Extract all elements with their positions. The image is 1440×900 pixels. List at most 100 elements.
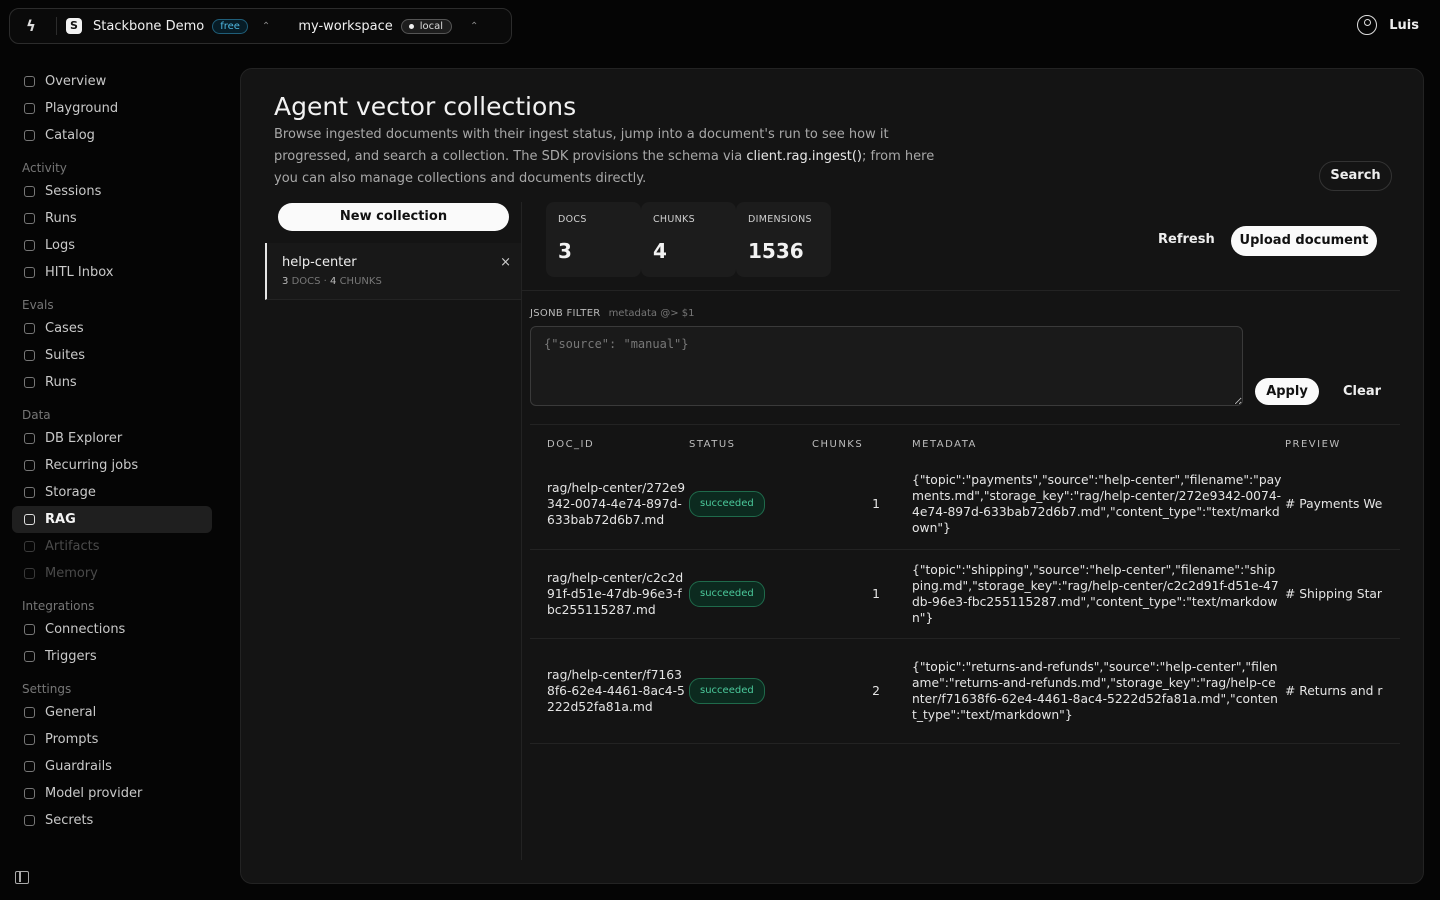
sidebar-item-playground[interactable]: Playground — [12, 95, 212, 122]
sidebar-section-activity: Activity — [22, 161, 67, 175]
column-header-preview[interactable]: PREVIEW — [1282, 425, 1400, 460]
sidebar-item-settings-model-provider[interactable]: Model provider — [12, 780, 212, 807]
sidebar-item-label: Cases — [45, 321, 84, 336]
rag-icon — [24, 514, 35, 525]
org-switch-chevron-icon[interactable]: ⌃ — [262, 21, 270, 32]
sidebar-item-label: Runs — [45, 375, 77, 390]
sidebar-item-label: Model provider — [45, 786, 143, 801]
prompt-icon — [24, 734, 35, 745]
preview-cell: # Shipping Star — [1282, 549, 1400, 639]
globe-icon — [24, 707, 35, 718]
link-icon — [24, 624, 35, 635]
doc-id[interactable]: rag/help-center/272e9342-0074-4e74-897d-… — [547, 481, 685, 527]
sidebar-item-data-db-explorer[interactable]: DB Explorer — [12, 425, 212, 452]
sidebar-item-settings-general[interactable]: General — [12, 699, 212, 726]
sidebar-toggle-icon[interactable] — [15, 871, 29, 884]
column-header-doc-id[interactable]: DOC_ID — [530, 425, 689, 460]
clear-filter-button[interactable]: Clear — [1343, 384, 1381, 399]
collections-panel: New collection help-center 3 DOCS · 4 CH… — [265, 202, 521, 860]
sidebar-item-settings-guardrails[interactable]: Guardrails — [12, 753, 212, 780]
status-cell: succeeded — [689, 549, 796, 639]
sidebar-item-evals-runs[interactable]: Runs — [12, 369, 212, 396]
collection-detail: DOCS 3 CHUNKS 4 DIMENSIONS 1536 Refresh … — [521, 202, 1400, 860]
sidebar-item-activity-runs[interactable]: Runs — [12, 205, 212, 232]
chart-icon — [24, 377, 35, 388]
sidebar-item-catalog[interactable]: Catalog — [12, 122, 212, 149]
sidebar-item-evals-suites[interactable]: Suites — [12, 342, 212, 369]
sidebar-item-label: Playground — [45, 101, 119, 116]
doc-id[interactable]: rag/help-center/f71638f6-62e4-4461-8ac4-… — [547, 668, 685, 714]
jsonb-filter-label: JSONB FILTER metadata @> $1 — [530, 308, 695, 319]
info-icon — [24, 76, 35, 87]
status-cell: succeeded — [689, 460, 796, 550]
sidebar-item-data-storage[interactable]: Storage — [12, 479, 212, 506]
sidebar-item-data-rag[interactable]: RAG — [12, 506, 212, 533]
metadata-json: {"topic":"returns-and-refunds","source":… — [912, 659, 1278, 722]
search-button[interactable]: Search — [1319, 161, 1392, 191]
doc-id[interactable]: rag/help-center/c2c2d91f-d51e-47db-96e3-… — [547, 571, 683, 617]
new-collection-button[interactable]: New collection — [278, 203, 509, 231]
upload-document-button[interactable]: Upload document — [1231, 226, 1377, 256]
user-name: Luis — [1389, 17, 1419, 33]
delete-collection-icon[interactable]: × — [500, 255, 511, 270]
page-title: Agent vector collections — [274, 92, 577, 121]
inbox-icon — [24, 267, 35, 278]
user-menu[interactable]: Luis — [1357, 15, 1419, 35]
database-icon — [24, 433, 35, 444]
sidebar-item-label: Logs — [45, 238, 75, 253]
sidebar-item-evals-cases[interactable]: Cases — [12, 315, 212, 342]
table-row[interactable]: rag/help-center/c2c2d91f-d51e-47db-96e3-… — [530, 549, 1400, 639]
collection-item-help-center[interactable]: help-center 3 DOCS · 4 CHUNKS × — [265, 243, 521, 300]
apply-filter-button[interactable]: Apply — [1255, 378, 1319, 405]
list-icon — [24, 186, 35, 197]
stats-row: DOCS 3 CHUNKS 4 DIMENSIONS 1536 — [546, 202, 831, 277]
column-header-metadata[interactable]: METADATA — [880, 425, 1282, 460]
stat-label: DIMENSIONS — [748, 214, 812, 225]
chunks-cell: 2 — [796, 638, 880, 744]
collection-docs-label: DOCS — [291, 276, 321, 287]
stat-docs: DOCS 3 — [546, 202, 641, 277]
sidebar-item-settings-prompts[interactable]: Prompts — [12, 726, 212, 753]
sidebar-item-integrations-connections[interactable]: Connections — [12, 616, 212, 643]
collection-chunks-label: CHUNKS — [339, 276, 382, 287]
stat-label: CHUNKS — [653, 214, 695, 225]
sidebar-item-activity-logs[interactable]: Logs — [12, 232, 212, 259]
doc-id-cell[interactable]: rag/help-center/272e9342-0074-4e74-897d-… — [530, 460, 689, 550]
clock-icon — [24, 460, 35, 471]
doc-id-cell[interactable]: rag/help-center/c2c2d91f-d51e-47db-96e3-… — [530, 549, 689, 639]
refresh-button[interactable]: Refresh — [1158, 232, 1215, 247]
sidebar-item-integrations-triggers[interactable]: Triggers — [12, 643, 212, 670]
sidebar-item-activity-hitl-inbox[interactable]: HITL Inbox — [12, 259, 212, 286]
sidebar-item-label: DB Explorer — [45, 431, 123, 446]
status-badge: succeeded — [689, 677, 765, 704]
sidebar-item-activity-sessions[interactable]: Sessions — [12, 178, 212, 205]
documents-table-container[interactable]: DOC_ID STATUS CHUNKS METADATA PREVIEW ra… — [530, 424, 1400, 860]
org-name[interactable]: Stackbone Demo — [93, 19, 204, 34]
sidebar-item-data-recurring-jobs[interactable]: Recurring jobs — [12, 452, 212, 479]
sidebar-section-evals: Evals — [22, 298, 54, 312]
sidebar-section-settings: Settings — [22, 682, 72, 696]
workspace-switch-chevron-icon[interactable]: ⌃ — [470, 21, 478, 32]
table-row[interactable]: rag/help-center/272e9342-0074-4e74-897d-… — [530, 460, 1400, 550]
sidebar-item-label: Artifacts — [45, 539, 100, 554]
runs-icon — [24, 213, 35, 224]
doc-id-cell[interactable]: rag/help-center/f71638f6-62e4-4461-8ac4-… — [530, 638, 689, 744]
divider — [56, 17, 57, 35]
filter-label-text: JSONB FILTER — [530, 308, 601, 319]
stat-chunks: CHUNKS 4 — [641, 202, 736, 277]
suites-icon — [24, 350, 35, 361]
workspace-name[interactable]: my-workspace — [298, 19, 392, 34]
sidebar-section-data: Data — [22, 408, 51, 422]
table-row[interactable]: rag/help-center/f71638f6-62e4-4461-8ac4-… — [530, 638, 1400, 744]
status-cell: succeeded — [689, 638, 796, 744]
sidebar-item-overview[interactable]: Overview — [12, 68, 212, 95]
metadata-cell: {"topic":"returns-and-refunds","source":… — [880, 638, 1282, 744]
play-icon — [24, 103, 35, 114]
column-header-chunks[interactable]: CHUNKS — [796, 425, 880, 460]
column-header-status[interactable]: STATUS — [689, 425, 796, 460]
sidebar-item-label: Storage — [45, 485, 96, 500]
jsonb-filter-input[interactable] — [530, 326, 1243, 406]
sidebar-item-settings-secrets[interactable]: Secrets — [12, 807, 212, 834]
stackbone-logo-icon[interactable]: ϟ — [26, 17, 48, 35]
environment-badge: local — [400, 18, 453, 34]
